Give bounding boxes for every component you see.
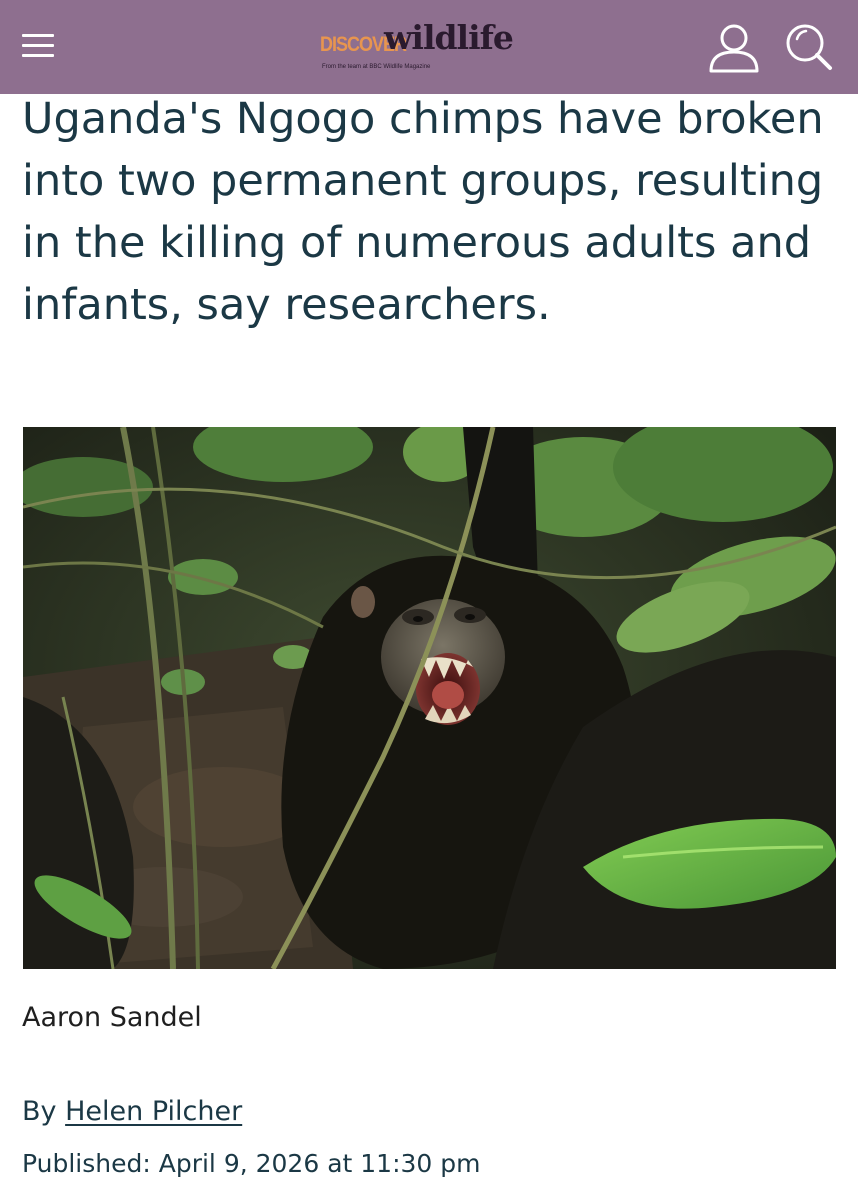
article-photo-chimpanzee [23,427,836,969]
photo-caption: Aaron Sandel [22,1002,202,1033]
article-headline: Uganda's Ngogo chimps have broken into t… [22,94,824,330]
site-header: DISCOVER wildlife From the team at BBC W… [0,0,858,94]
site-logo[interactable]: DISCOVER wildlife From the team at BBC W… [320,18,540,74]
logo-tagline: From the team at BBC Wildlife Magazine [322,64,431,70]
author-link[interactable]: Helen Pilcher [65,1096,242,1127]
search-icon[interactable] [784,22,834,74]
user-account-icon[interactable] [708,22,760,74]
published-date: Published: April 9, 2026 at 11:30 pm [22,1149,481,1178]
byline: By Helen Pilcher [22,1096,242,1127]
article-page: DISCOVER wildlife From the team at BBC W… [0,0,858,1200]
logo-wildlife-text: wildlife [384,18,514,57]
byline-prefix: By [22,1096,57,1127]
hamburger-menu-icon[interactable] [20,30,56,62]
